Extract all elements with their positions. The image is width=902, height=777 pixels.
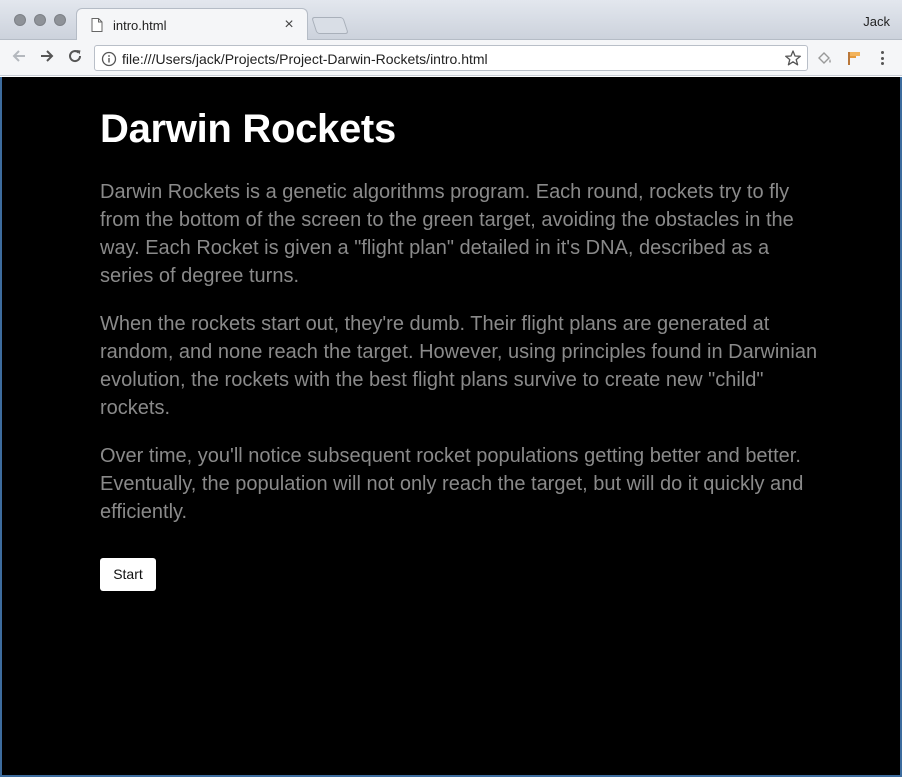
- star-icon[interactable]: [784, 49, 802, 67]
- window-border-left: [0, 77, 2, 777]
- window-zoom-button[interactable]: [54, 14, 66, 26]
- intro-paragraph-1: Darwin Rockets is a genetic algorithms p…: [100, 181, 794, 287]
- three-dots-vertical-icon[interactable]: [873, 49, 891, 67]
- page-title: Darwin Rockets: [100, 107, 396, 151]
- forward-button[interactable]: [36, 47, 58, 69]
- new-tab-button[interactable]: [311, 17, 349, 34]
- browser-toolbar: file:///Users/jack/Projects/Project-Darw…: [0, 40, 902, 76]
- arrow-left-icon: [11, 48, 27, 69]
- browser-tab[interactable]: intro.html ×: [76, 8, 308, 40]
- tab-title: intro.html: [113, 17, 167, 33]
- intro-paragraph-2: When the rockets start out, they're dumb…: [100, 313, 818, 419]
- window-minimize-button[interactable]: [34, 14, 46, 26]
- flag-icon[interactable]: [845, 49, 863, 67]
- close-icon[interactable]: ×: [281, 16, 297, 33]
- reload-button[interactable]: [64, 47, 86, 69]
- info-icon[interactable]: [101, 51, 117, 67]
- reload-icon: [67, 48, 83, 69]
- intro-paragraph-3: Over time, you'll notice subsequent rock…: [100, 445, 804, 523]
- paint-bucket-icon[interactable]: [816, 49, 834, 67]
- window-close-button[interactable]: [14, 14, 26, 26]
- back-button[interactable]: [8, 47, 30, 69]
- browser-titlebar: intro.html × Jack: [0, 0, 902, 40]
- arrow-right-icon: [39, 48, 55, 69]
- url-text[interactable]: file:///Users/jack/Projects/Project-Darw…: [122, 51, 488, 67]
- start-button[interactable]: Start: [100, 558, 156, 591]
- intro-content: Darwin Rockets Darwin Rockets is a genet…: [100, 105, 820, 591]
- address-bar[interactable]: file:///Users/jack/Projects/Project-Darw…: [94, 45, 808, 71]
- file-icon: [91, 18, 103, 32]
- profile-name[interactable]: Jack: [863, 14, 890, 29]
